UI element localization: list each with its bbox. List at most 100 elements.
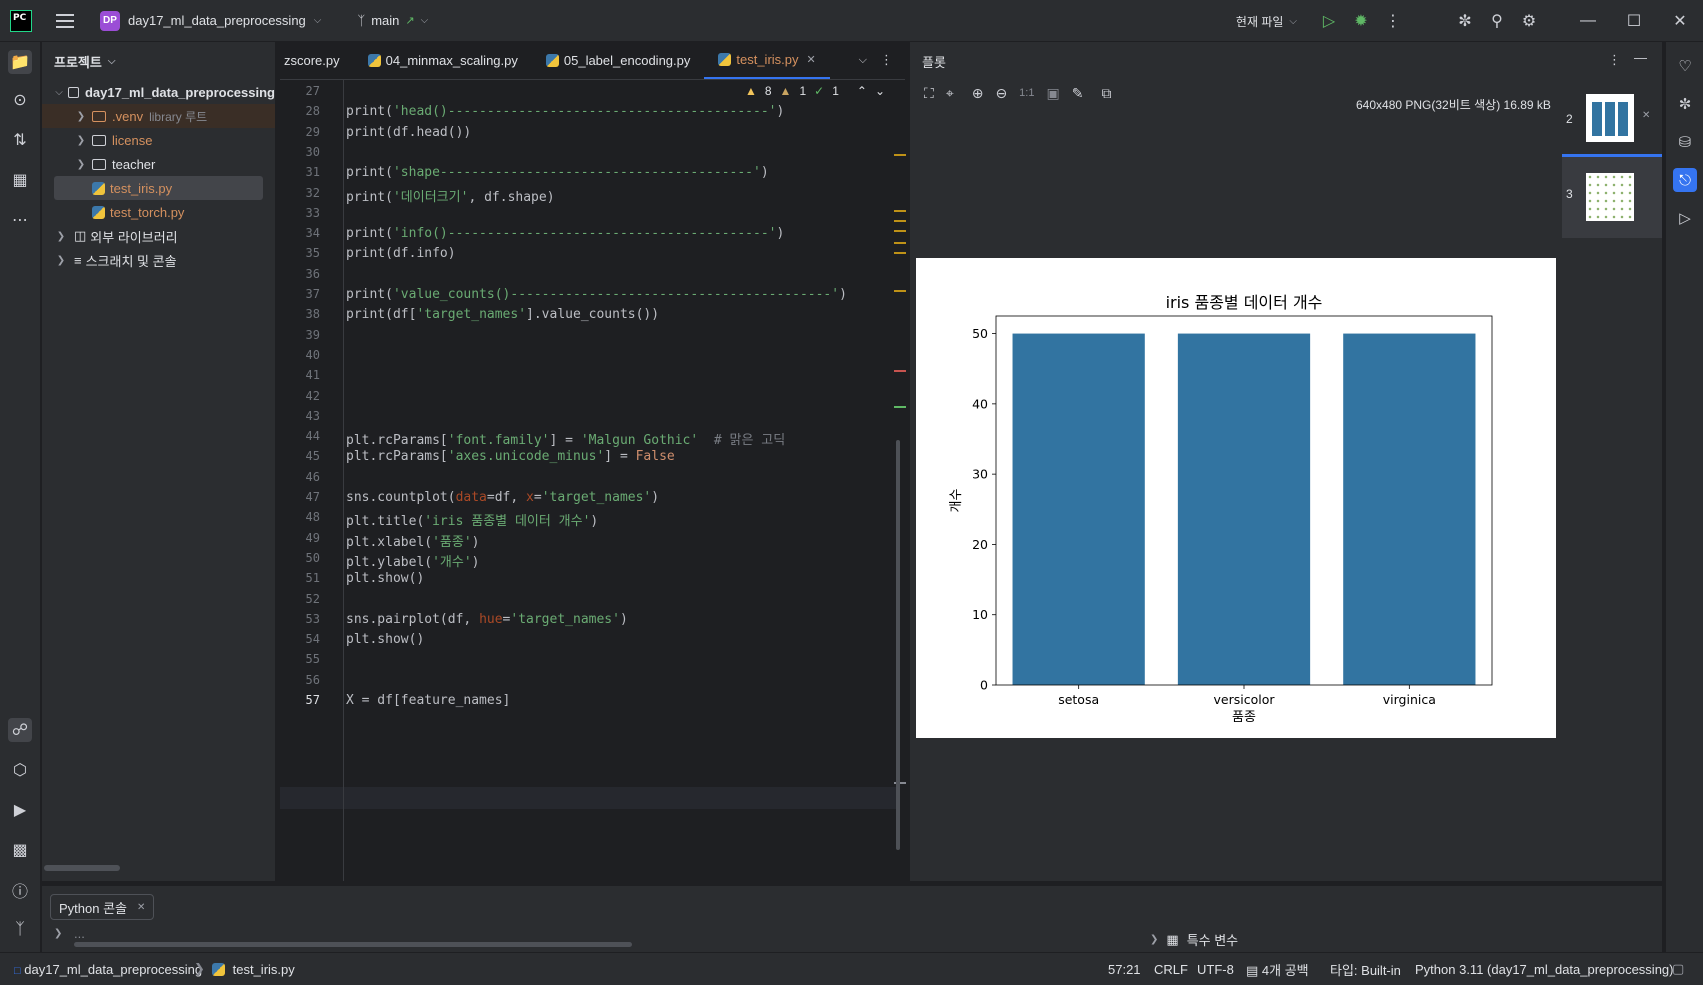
more-vertical-icon[interactable]: ⋮	[880, 52, 893, 68]
ai-chat-icon[interactable]: ✼	[1673, 92, 1697, 116]
breadcrumb-file[interactable]: test_iris.py	[212, 962, 295, 977]
database-icon[interactable]: ⛁	[1673, 130, 1697, 154]
chevron-right-icon[interactable]: ❯	[74, 135, 88, 146]
thumbnail-2[interactable]: 2 ✕	[1562, 94, 1662, 150]
chevron-down-icon: ⌵	[107, 55, 116, 67]
tree-item-license[interactable]: ❯ license	[42, 128, 275, 152]
folder-icon	[92, 158, 106, 170]
chevron-right-icon[interactable]: ❯	[54, 231, 68, 242]
line-number: 34	[305, 226, 320, 241]
line-separator[interactable]: CRLF	[1154, 962, 1188, 977]
structure-icon[interactable]: ▦	[8, 168, 32, 192]
indent-setting[interactable]: ▤ 4개 공백	[1246, 960, 1309, 979]
ai-assistant-icon[interactable]: ✼	[1449, 11, 1481, 31]
line-number: 43	[305, 408, 320, 423]
code-line: plt.show()	[346, 632, 425, 648]
tree-item-teacher[interactable]: ❯ teacher	[42, 152, 275, 176]
code-line: sns.countplot(data=df, x='target_names')	[346, 490, 660, 505]
fit-icon[interactable]: ⛶	[924, 85, 934, 102]
tab-minmax[interactable]: 04_minmax_scaling.py	[354, 41, 532, 79]
close-icon[interactable]: ✕	[807, 53, 816, 66]
debug-icon[interactable]: ✹	[1345, 11, 1377, 31]
file-encoding[interactable]: UTF-8	[1197, 962, 1234, 977]
chevron-down-icon[interactable]: ⌄	[875, 84, 885, 98]
notifications-icon[interactable]: ♡	[1673, 54, 1697, 78]
minimize-panel-icon[interactable]: —	[1634, 50, 1647, 65]
run-icon[interactable]: ▷	[1313, 11, 1345, 31]
chevron-right-icon[interactable]: ❯	[54, 928, 62, 939]
chevron-down-icon[interactable]: ⌵	[859, 54, 867, 67]
more-horizontal-icon[interactable]: ⋯	[8, 208, 32, 232]
tree-item-test-torch[interactable]: test_torch.py	[42, 200, 275, 224]
vertical-scrollbar[interactable]	[896, 440, 900, 850]
chevron-down-icon[interactable]: ⌵	[54, 87, 64, 98]
tab-label: 04_minmax_scaling.py	[385, 52, 518, 68]
close-icon[interactable]: ✕	[1657, 11, 1703, 31]
thumbnail-3[interactable]: 3	[1562, 154, 1662, 238]
close-icon[interactable]: ✕	[1642, 110, 1650, 121]
python-interpreter[interactable]: Python 3.11 (day17_ml_data_preprocessing…	[1415, 962, 1673, 977]
line-number: 44	[305, 429, 320, 444]
code-line: print('info()---------------------------…	[346, 226, 785, 242]
services-icon[interactable]: ▶	[8, 798, 32, 822]
git-icon[interactable]: ᛉ	[8, 918, 32, 942]
chevron-right-icon[interactable]: ❯	[54, 255, 68, 266]
tab-zscore[interactable]: zscore.py	[280, 41, 354, 79]
zoom-in-icon[interactable]: ⊕	[972, 85, 984, 102]
run-icon[interactable]: ▷	[1673, 206, 1697, 230]
breadcrumb-project[interactable]: □ day17_ml_data_preprocessing	[14, 962, 202, 977]
tab-test-iris[interactable]: test_iris.py ✕	[704, 41, 830, 79]
more-vertical-icon[interactable]: ⋮	[1377, 11, 1409, 31]
crop-icon[interactable]: ⌖	[946, 85, 954, 102]
gear-icon[interactable]: ⚙	[1513, 11, 1545, 31]
plots-title: 플롯	[922, 54, 946, 70]
horizontal-scrollbar[interactable]	[44, 865, 120, 871]
inspection-widget[interactable]: ▲ 8 ▲ 1 ✓ 1 ⌃ ⌄	[745, 84, 885, 98]
lock-icon[interactable]: ▢	[1672, 961, 1684, 977]
code-area[interactable]: 27 28 29 30 31 32 33 34 35 36 37 38 39 40 41 42 43 44 45 46…	[280, 80, 906, 881]
project-panel-header[interactable]: 프로젝트 ⌵	[42, 42, 275, 80]
pencil-icon[interactable]: ✎	[1072, 85, 1084, 102]
tab-label-encoding[interactable]: 05_label_encoding.py	[532, 41, 705, 79]
python-console-icon[interactable]: ☍	[8, 718, 32, 742]
export-icon[interactable]: ⧉	[1101, 85, 1111, 102]
problems-icon[interactable]: ⓘ	[8, 878, 32, 902]
tab-python-console[interactable]: Python 콘솔 ✕	[50, 894, 155, 920]
actual-size-label[interactable]: 1:1	[1019, 87, 1034, 99]
tree-root[interactable]: ⌵ day17_ml_data_preprocessing	[42, 80, 275, 104]
pull-requests-icon[interactable]: ⇅	[8, 128, 32, 152]
search-icon[interactable]: ⚲	[1481, 11, 1513, 31]
tree-item-venv[interactable]: ❯ .venv library 루트	[42, 104, 275, 128]
tree-item-test-iris[interactable]: test_iris.py	[54, 176, 263, 200]
zoom-out-icon[interactable]: ⊖	[995, 85, 1007, 102]
python-file-icon	[545, 53, 559, 67]
special-vars-toggle[interactable]: ❯ ▦ 특수 변수	[1150, 930, 1238, 949]
tree-item-scratches[interactable]: ❯ ≡ 스크래치 및 콘솔	[42, 248, 275, 272]
caret-position[interactable]: 57:21	[1108, 962, 1141, 977]
chevron-right-icon[interactable]: ❯	[74, 111, 88, 122]
chevron-right-icon[interactable]: ❯	[74, 159, 88, 170]
right-tool-strip: ♡ ✼ ⛁ ⎋ ▷	[1665, 42, 1703, 952]
minimize-icon[interactable]: —	[1565, 12, 1611, 30]
bar	[1343, 333, 1476, 685]
line-number: 51	[305, 571, 320, 586]
file-type[interactable]: 타입: Built-in	[1330, 960, 1401, 979]
breadcrumb-separator: ❯	[194, 961, 205, 976]
close-icon[interactable]: ✕	[137, 902, 145, 913]
image-icon[interactable]: ▣	[1046, 85, 1059, 102]
terminal-icon[interactable]: ▩	[8, 838, 32, 862]
main-menu-icon[interactable]	[56, 13, 74, 28]
editor: zscore.py 04_minmax_scaling.py 05_label_…	[280, 41, 906, 881]
python-packages-icon[interactable]: ⬡	[8, 758, 32, 782]
sciview-icon[interactable]: ⎋	[1673, 168, 1697, 192]
branch-switcher[interactable]: ᛉ main ↗ ⌵	[357, 13, 428, 28]
maximize-icon[interactable]: ☐	[1611, 11, 1657, 31]
tree-item-external-libs[interactable]: ❯ ◫ 외부 라이브러리	[42, 224, 275, 248]
chevron-up-icon[interactable]: ⌃	[857, 84, 867, 98]
more-vertical-icon[interactable]: ⋮	[1608, 52, 1621, 68]
project-switcher[interactable]: DP day17_ml_data_preprocessing ⌵	[100, 10, 321, 31]
console-scrollbar[interactable]	[74, 942, 632, 947]
commit-icon[interactable]: ⊙	[8, 88, 32, 112]
folder-icon[interactable]: 📁	[8, 50, 32, 74]
run-config-selector[interactable]: 현재 파일 ⌵	[1236, 13, 1297, 30]
